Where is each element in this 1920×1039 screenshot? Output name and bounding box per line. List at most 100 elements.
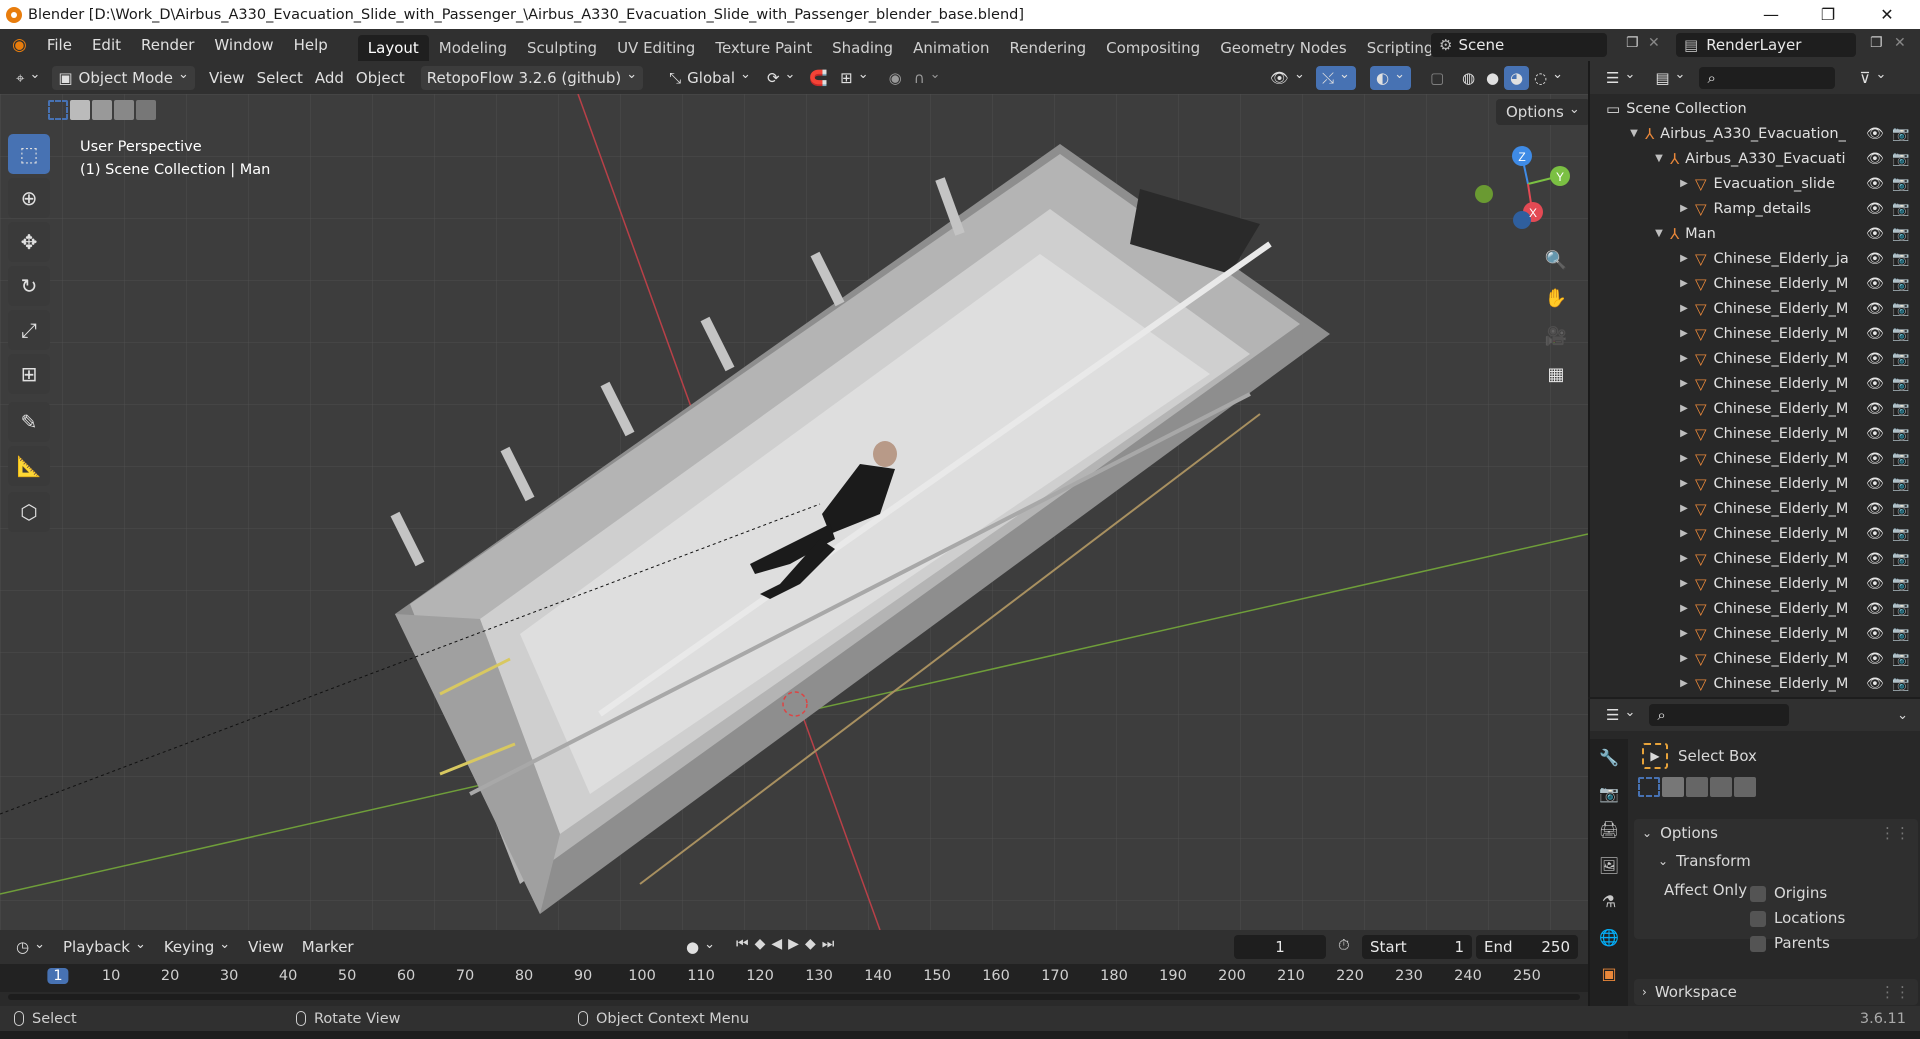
render-camera-icon[interactable]: 📷 [1892, 151, 1909, 167]
visibility-eye-icon[interactable]: 👁 [1866, 226, 1884, 242]
select-subtract-icon[interactable] [1686, 777, 1708, 797]
expand-closed-icon[interactable]: ▶ [1677, 628, 1691, 639]
expand-closed-icon[interactable]: ▶ [1677, 478, 1691, 489]
menu-edit[interactable]: Edit [82, 29, 131, 61]
visibility-eye-icon[interactable]: 👁 [1866, 376, 1884, 392]
close-button[interactable]: ✕ [1864, 0, 1910, 29]
chevron-down-icon[interactable]: ⌄ [1897, 708, 1908, 723]
tab-sculpting[interactable]: Sculpting [517, 35, 607, 61]
outliner-item[interactable]: ▶ ▽ Chinese_Elderly_M 👁 📷 [1590, 446, 1920, 471]
scene-selector[interactable]: ⚙ Scene [1431, 33, 1607, 57]
proportional-falloff-icon[interactable]: ∩ [908, 66, 947, 90]
outliner-item[interactable]: ▶ ▽ Evacuation_slide 👁 📷 [1590, 171, 1920, 196]
drag-handle-icon[interactable]: ⋮⋮ [1880, 824, 1910, 842]
tab-texture-paint[interactable]: Texture Paint [705, 35, 822, 61]
pivot-point-icon[interactable]: ⟳ [761, 66, 801, 90]
frame-ruler[interactable]: 1 10 20 30 40 50 60 70 80 90 100 110 120 130 140 150 160… [0, 964, 1588, 992]
render-camera-icon[interactable]: 📷 [1892, 401, 1909, 417]
view-layer-selector[interactable]: ▤ RenderLayer [1676, 33, 1856, 57]
outliner-item[interactable]: ▶ ▽ Chinese_Elderly_M 👁 📷 [1590, 271, 1920, 296]
ortho-toggle-icon[interactable]: ▦ [1538, 358, 1574, 390]
visibility-eye-icon[interactable]: 👁 [1866, 351, 1884, 367]
render-camera-icon[interactable]: 📷 [1892, 576, 1909, 592]
pan-hand-icon[interactable]: ✋ [1538, 282, 1574, 314]
render-tab-icon[interactable]: 📷 [1590, 775, 1628, 811]
visibility-eye-icon[interactable]: 👁 [1866, 401, 1884, 417]
visibility-eye-icon[interactable]: 👁 [1866, 576, 1884, 592]
expand-closed-icon[interactable]: ▶ [1677, 403, 1691, 414]
display-mode-icon[interactable]: ▤ [1649, 66, 1691, 90]
visibility-eye-icon[interactable]: 👁 [1866, 551, 1884, 567]
tab-animation[interactable]: Animation [903, 35, 999, 61]
viewport-menu-add[interactable]: Add [309, 66, 350, 90]
visibility-eye-icon[interactable]: 👁 [1866, 676, 1884, 692]
render-camera-icon[interactable]: 📷 [1892, 451, 1909, 467]
render-camera-icon[interactable]: 📷 [1892, 676, 1909, 692]
properties-editor-type-icon[interactable]: ☰ [1600, 703, 1641, 727]
editor-type-button[interactable]: ⌖ [10, 66, 46, 90]
render-camera-icon[interactable]: 📷 [1892, 326, 1909, 342]
timeline-menu-keying[interactable]: Keying [158, 935, 236, 959]
proportional-edit-icon[interactable]: ◉ [883, 66, 908, 90]
visibility-eye-icon[interactable]: 👁 [1866, 176, 1884, 192]
camera-view-icon[interactable]: 🎥 [1538, 320, 1574, 352]
jump-start-icon[interactable]: ⏮ [736, 936, 749, 952]
transform-subpanel-header[interactable]: ⌄ Transform [1634, 847, 1918, 875]
outliner-item[interactable]: ▶ ▽ Chinese_Elderly_M 👁 📷 [1590, 321, 1920, 346]
outliner-item[interactable]: ▶ ▽ Chinese_Elderly_M 👁 📷 [1590, 521, 1920, 546]
expand-closed-icon[interactable]: ▶ [1677, 678, 1691, 689]
timeline-menu-view[interactable]: View [242, 935, 290, 959]
tab-shading[interactable]: Shading [822, 35, 903, 61]
tab-rendering[interactable]: Rendering [1000, 35, 1097, 61]
visibility-eye-icon[interactable]: 👁 [1866, 426, 1884, 442]
timeline-scrollbar[interactable] [8, 994, 1580, 1000]
select-box-tool-icon[interactable]: ⬚ [8, 134, 50, 174]
outliner-item[interactable]: ▶ ▽ Chinese_Elderly_M 👁 📷 [1590, 396, 1920, 421]
rendered-shading-icon[interactable]: ◌ [1528, 66, 1569, 90]
render-camera-icon[interactable]: 📷 [1892, 251, 1909, 267]
jump-keyframe-back-icon[interactable]: ◆ [755, 936, 766, 952]
tab-uv-editing[interactable]: UV Editing [607, 35, 705, 61]
timeline-editor-type-icon[interactable]: ◷ [10, 935, 51, 959]
viewport-options-button[interactable]: Options [1496, 99, 1588, 125]
outliner-item[interactable]: ▶ ▽ Chinese_Elderly_M 👁 📷 [1590, 296, 1920, 321]
measure-tool-icon[interactable]: 📐 [8, 446, 50, 486]
visibility-eye-icon[interactable]: 👁 [1866, 651, 1884, 667]
render-camera-icon[interactable]: 📷 [1892, 426, 1909, 442]
mode-selector[interactable]: ▣ Object Mode [52, 65, 195, 90]
expand-closed-icon[interactable]: ▶ [1677, 378, 1691, 389]
blender-menu-icon[interactable]: ◉ [0, 29, 37, 61]
scale-tool-icon[interactable]: ⤢ [8, 310, 50, 350]
render-camera-icon[interactable]: 📷 [1892, 376, 1909, 392]
snap-icon[interactable]: 🧲 [803, 66, 834, 90]
output-tab-icon[interactable]: 🖨 [1590, 811, 1628, 847]
outliner-item[interactable]: ▶ ▽ Chinese_Elderly_M 👁 📷 [1590, 646, 1920, 671]
maximize-button[interactable]: ❐ [1805, 0, 1851, 29]
expand-closed-icon[interactable]: ▶ [1677, 303, 1691, 314]
jump-end-icon[interactable]: ⏭ [822, 936, 835, 952]
scene-tab-icon[interactable]: ⚗ [1590, 883, 1628, 919]
outliner-item[interactable]: ▶ ▽ Ramp_details 👁 📷 [1590, 196, 1920, 221]
new-view-layer-icon[interactable]: ❐ [1870, 35, 1883, 51]
render-camera-icon[interactable]: 📷 [1892, 351, 1909, 367]
select-intersect-icon[interactable] [1734, 777, 1756, 797]
render-camera-icon[interactable]: 📷 [1892, 126, 1909, 142]
outliner-item[interactable]: ▶ ▽ Chinese_Elderly_M 👁 📷 [1590, 621, 1920, 646]
visibility-eye-icon[interactable]: 👁 [1866, 251, 1884, 267]
play-icon[interactable]: ▶ [788, 936, 799, 952]
expand-closed-icon[interactable]: ▶ [1677, 603, 1691, 614]
view-layer-tab-icon[interactable]: 🖼 [1590, 847, 1628, 883]
expand-closed-icon[interactable]: ▶ [1677, 353, 1691, 364]
visibility-eye-icon[interactable]: 👁 [1866, 501, 1884, 517]
outliner-search-input[interactable]: ⌕ [1699, 66, 1836, 89]
render-camera-icon[interactable]: 📷 [1892, 551, 1909, 567]
expand-closed-icon[interactable]: ▶ [1677, 503, 1691, 514]
expand-closed-icon[interactable]: ▶ [1677, 553, 1691, 564]
annotate-tool-icon[interactable]: ✎ [8, 402, 50, 442]
move-tool-icon[interactable]: ✥ [8, 222, 50, 262]
outliner-item[interactable]: ▼ ⅄ Airbus_A330_Evacuation_ 👁 📷 [1590, 121, 1920, 146]
end-frame-field[interactable]: End 250 [1476, 935, 1578, 959]
outliner-item[interactable]: ▶ ▽ Chinese_Elderly_M 👁 📷 [1590, 596, 1920, 621]
visibility-eye-icon[interactable]: 👁 [1866, 526, 1884, 542]
world-tab-icon[interactable]: 🌐 [1590, 919, 1628, 955]
